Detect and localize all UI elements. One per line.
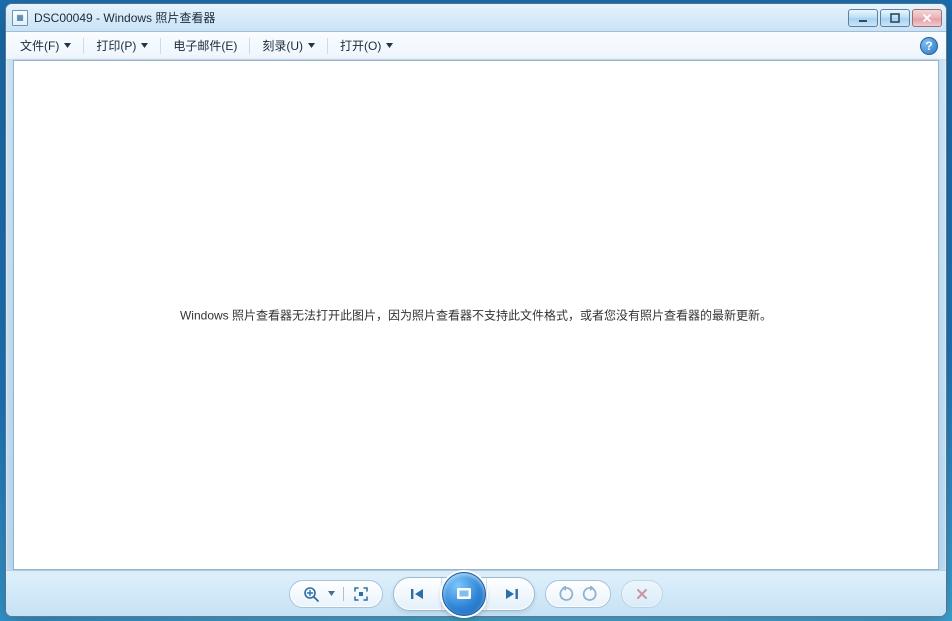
- fit-window-icon: [352, 585, 370, 603]
- menu-file-label: 文件(F): [20, 37, 59, 54]
- chevron-down-icon: [328, 591, 335, 596]
- chevron-down-icon: [386, 43, 393, 48]
- x-icon: [635, 587, 649, 601]
- previous-button[interactable]: [394, 578, 442, 610]
- menubar: 文件(F) 打印(P) 电子邮件(E) 刻录(U) 打开(O) ?: [6, 32, 946, 60]
- menu-open-label: 打开(O): [340, 37, 381, 54]
- menu-burn[interactable]: 刻录(U): [254, 33, 323, 58]
- caption-buttons: [848, 9, 944, 27]
- zoom-group: [289, 580, 383, 608]
- slideshow-icon: [453, 583, 475, 605]
- viewport-error-message: Windows 照片查看器无法打开此图片，因为照片查看器不支持此文件格式，或者您…: [180, 307, 772, 324]
- menu-separator: [83, 38, 84, 54]
- navigation-group: [393, 577, 535, 611]
- rotate-cw-icon: [582, 586, 598, 602]
- menu-separator: [160, 38, 161, 54]
- menu-email-label: 电子邮件(E): [173, 37, 237, 54]
- menu-separator: [249, 38, 250, 54]
- window-title: DSC00049 - Windows 照片查看器: [34, 9, 215, 26]
- chevron-down-icon: [64, 43, 71, 48]
- menu-separator: [327, 38, 328, 54]
- fit-button[interactable]: [352, 585, 370, 603]
- menu-print[interactable]: 打印(P): [88, 33, 156, 58]
- close-button[interactable]: [912, 9, 942, 27]
- minimize-button[interactable]: [848, 9, 878, 27]
- slideshow-button[interactable]: [442, 572, 486, 616]
- skip-previous-icon: [408, 587, 428, 601]
- rotate-ccw-icon: [558, 586, 574, 602]
- app-icon: ▦: [12, 10, 28, 26]
- control-bar: [6, 570, 946, 616]
- menu-burn-label: 刻录(U): [262, 37, 303, 54]
- menu-open[interactable]: 打开(O): [332, 33, 401, 58]
- menu-email[interactable]: 电子邮件(E): [165, 33, 245, 58]
- close-icon: [921, 12, 933, 24]
- separator: [343, 587, 344, 601]
- rotate-group: [545, 580, 611, 608]
- rotate-cw-button[interactable]: [582, 586, 598, 602]
- skip-next-icon: [501, 587, 521, 601]
- maximize-icon: [889, 12, 901, 24]
- rotate-ccw-button[interactable]: [558, 586, 574, 602]
- chevron-down-icon: [141, 43, 148, 48]
- magnifier-plus-icon: [302, 585, 320, 603]
- next-button[interactable]: [486, 578, 534, 610]
- delete-button[interactable]: [621, 580, 663, 608]
- menu-file[interactable]: 文件(F): [12, 33, 79, 58]
- help-button[interactable]: ?: [920, 37, 938, 55]
- app-window: ▦ DSC00049 - Windows 照片查看器 文件(F) 打印(P) 电: [5, 3, 947, 617]
- titlebar: ▦ DSC00049 - Windows 照片查看器: [6, 4, 946, 32]
- chevron-down-icon: [308, 43, 315, 48]
- minimize-icon: [857, 12, 869, 24]
- zoom-button[interactable]: [302, 585, 320, 603]
- maximize-button[interactable]: [880, 9, 910, 27]
- menu-print-label: 打印(P): [96, 37, 136, 54]
- image-viewport: Windows 照片查看器无法打开此图片，因为照片查看器不支持此文件格式，或者您…: [13, 60, 939, 570]
